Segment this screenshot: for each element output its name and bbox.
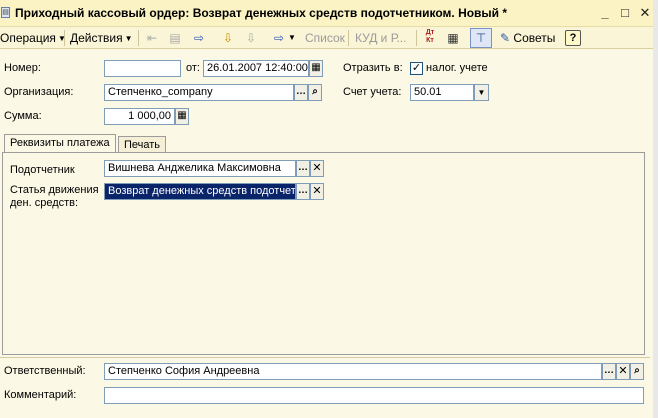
close-button[interactable]: ✕: [636, 4, 654, 22]
responsible-field[interactable]: Степченко София Андреевна: [104, 363, 602, 380]
number-label: Номер:: [4, 62, 41, 74]
search-icon[interactable]: ⌕: [630, 363, 644, 380]
toolbar-separator: [416, 30, 417, 46]
account-field[interactable]: 50.01: [410, 84, 474, 101]
operation-menu-label: Операция: [0, 31, 56, 45]
chevron-down-icon: ▼: [124, 34, 133, 43]
maximize-button[interactable]: □: [616, 4, 634, 22]
advice-icon: ✎: [500, 31, 511, 45]
toolbar-separator: [64, 30, 65, 46]
help-icon[interactable]: ?: [565, 30, 581, 46]
calculator-icon[interactable]: ▦: [175, 108, 189, 125]
back-icon[interactable]: ⇤: [143, 29, 161, 47]
tab-payment-details[interactable]: Реквизиты платежа: [4, 134, 116, 152]
create-based-on-icon[interactable]: ⇨: [270, 29, 288, 47]
cashflow-label-line2: ден. средств:: [10, 197, 79, 209]
list-button[interactable]: Список: [305, 29, 345, 47]
kud-button[interactable]: КУД и Р...: [355, 29, 406, 47]
scrollbar[interactable]: [653, 0, 658, 418]
sum-field[interactable]: 1 000,00: [104, 108, 175, 125]
document-icon[interactable]: ▤: [166, 29, 184, 47]
toolbar: Операция ▼ Действия ▼ ⇤ ▤ ⇨ ⇩ ⇩ ⇨ ▼ Список…: [0, 27, 658, 49]
select-icon[interactable]: …: [296, 183, 310, 200]
reflect-in-label: Отразить в:: [343, 62, 403, 74]
comment-field[interactable]: [104, 387, 644, 404]
comment-label: Комментарий:: [4, 389, 77, 401]
advice-button[interactable]: ✎ Советы: [500, 29, 555, 47]
toolbar-separator: [348, 30, 349, 46]
actions-menu[interactable]: Действия ▼: [70, 29, 133, 47]
sum-label: Сумма:: [4, 110, 42, 122]
post-document-icon[interactable]: ⇩: [219, 29, 237, 47]
select-icon[interactable]: …: [602, 363, 616, 380]
clear-icon[interactable]: ✕: [310, 160, 324, 177]
title-bar: ▤ Приходный кассовый ордер: Возврат дене…: [0, 0, 658, 27]
tax-accounting-checkbox[interactable]: ✓: [410, 62, 423, 75]
chevron-down-icon[interactable]: ▼: [288, 29, 296, 47]
unpost-document-icon[interactable]: ⇩: [242, 29, 260, 47]
window-title: Приходный кассовый ордер: Возврат денежн…: [15, 6, 508, 20]
number-field[interactable]: [104, 60, 181, 77]
tab-print[interactable]: Печать: [118, 136, 167, 152]
document-window: ▤ Приходный кассовый ордер: Возврат дене…: [0, 0, 658, 418]
select-icon[interactable]: …: [294, 84, 308, 101]
clear-icon[interactable]: ✕: [616, 363, 630, 380]
cashflow-item-field[interactable]: Возврат денежных средств подотчетн: [104, 183, 296, 200]
tax-accounting-label: налог. учете: [426, 62, 488, 74]
advice-label: Советы: [513, 31, 556, 45]
accountable-field[interactable]: Вишнева Анджелика Максимовна: [104, 160, 296, 177]
report-icon[interactable]: ▦: [444, 29, 462, 47]
window-icon: ▤: [1, 7, 10, 18]
structure-icon[interactable]: ⊤: [470, 28, 492, 48]
search-icon[interactable]: ⌕: [308, 84, 322, 101]
minimize-button[interactable]: _: [596, 4, 614, 22]
select-icon[interactable]: …: [296, 160, 310, 177]
divider: [0, 357, 650, 358]
organization-field[interactable]: Степченко_company: [104, 84, 294, 101]
dropdown-icon[interactable]: ▼: [474, 84, 489, 101]
date-field[interactable]: 26.01.2007 12:40:00: [203, 60, 309, 77]
account-label: Счет учета:: [343, 86, 402, 98]
toolbar-separator: [138, 30, 139, 46]
date-from-label: от:: [186, 62, 200, 74]
clear-icon[interactable]: ✕: [310, 183, 324, 200]
forward-icon[interactable]: ⇨: [190, 29, 208, 47]
dt-kt-icon[interactable]: Дт Кт: [421, 29, 439, 47]
organization-label: Организация:: [4, 86, 74, 98]
accountable-label: Подотчетник: [10, 164, 75, 176]
actions-menu-label: Действия: [70, 31, 123, 45]
calendar-icon[interactable]: ▦: [309, 60, 323, 77]
responsible-label: Ответственный:: [4, 365, 86, 377]
operation-menu[interactable]: Операция ▼: [0, 29, 66, 47]
cashflow-label-line1: Статья движения: [10, 184, 99, 196]
